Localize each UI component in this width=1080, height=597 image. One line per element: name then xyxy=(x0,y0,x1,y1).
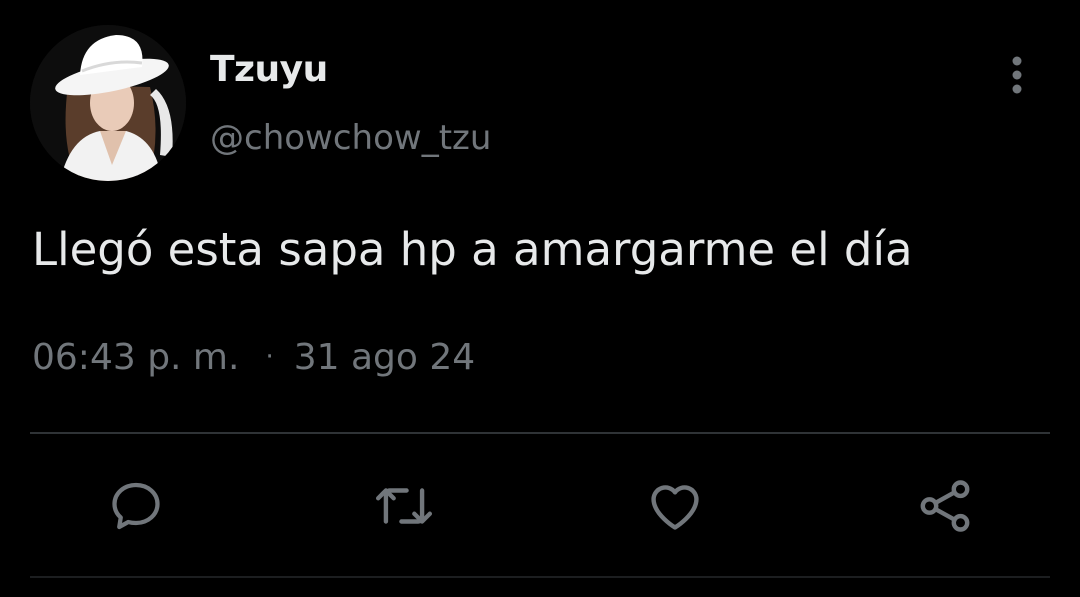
tweet-date[interactable]: 31 ago 24 xyxy=(294,337,475,378)
share-button[interactable] xyxy=(913,474,977,538)
more-vertical-icon xyxy=(1012,56,1022,94)
display-name[interactable]: Tzuyu xyxy=(210,48,328,92)
tweet-meta: 06:43 p. m. · 31 ago 24 xyxy=(32,334,475,385)
user-handle[interactable]: @chowchow_tzu xyxy=(210,116,491,160)
meta-separator: · xyxy=(265,342,274,372)
divider xyxy=(30,432,1050,434)
more-options-button[interactable] xyxy=(996,52,1038,98)
avatar[interactable] xyxy=(30,25,186,181)
reply-button[interactable] xyxy=(104,474,168,538)
tweet-time[interactable]: 06:43 p. m. xyxy=(32,337,239,378)
speech-bubble-icon xyxy=(112,482,160,530)
retweet-button[interactable] xyxy=(372,474,436,538)
bottom-divider xyxy=(30,576,1050,578)
like-button[interactable] xyxy=(643,474,707,538)
avatar-image xyxy=(30,25,186,181)
tweet-text: Llegó esta sapa hp a amargarme el día xyxy=(32,223,913,276)
share-nodes-icon xyxy=(920,480,970,532)
retweet-icon xyxy=(375,488,433,524)
heart-icon xyxy=(651,485,699,530)
